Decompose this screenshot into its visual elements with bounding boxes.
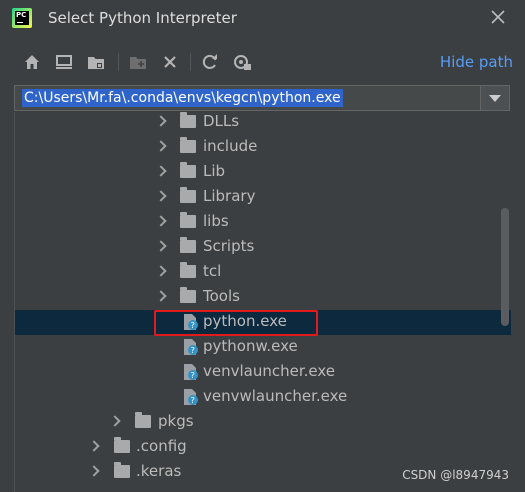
desktop-icon[interactable] [54,52,74,72]
tree-item-label: venvlauncher.exe [203,362,336,380]
file-tree[interactable]: DLLs include Lib Library libs Scripts tc… [14,112,511,492]
expand-arrow-icon[interactable] [155,165,167,177]
watermark: CSDN @l8947943 [402,468,509,482]
tree-item-tools[interactable]: Tools [15,285,511,310]
tree-item-label: .keras [136,462,182,480]
tree-item-dlls[interactable]: DLLs [15,112,511,135]
tree-item-venvlauncher-exe[interactable]: ? venvlauncher.exe [15,360,511,385]
tree-item-scripts[interactable]: Scripts [15,235,511,260]
path-input[interactable]: C:\Users\Mr.fa\.conda\envs\kegcn\python.… [14,85,510,111]
folder-icon [180,137,196,153]
path-input-value[interactable]: C:\Users\Mr.fa\.conda\envs\kegcn\python.… [22,89,343,107]
tree-item-label: .config [136,437,187,455]
tree-item-label: Library [203,187,256,205]
folder-icon [180,287,196,303]
hide-path-link[interactable]: Hide path [440,53,513,71]
tree-item-label: Scripts [203,237,255,255]
tree-item-label: tcl [203,262,222,280]
home-icon[interactable] [22,52,42,72]
expand-arrow-icon[interactable] [155,240,167,252]
folder-icon [180,237,196,253]
folder-icon [180,212,196,228]
tree-item-libs[interactable]: libs [15,210,511,235]
tree-item-label: Lib [203,162,226,180]
toolbar-separator [190,53,191,71]
tree-item-label: Tools [203,287,240,305]
expand-arrow-icon[interactable] [155,115,167,127]
expand-arrow-icon[interactable] [155,265,167,277]
tree-item-include[interactable]: include [15,135,511,160]
vertical-scrollbar[interactable] [501,208,509,326]
tree-item-label: libs [203,212,229,230]
toolbar-separator [118,53,119,71]
show-hidden-icon[interactable] [232,52,252,72]
tree-item-python-exe[interactable]: ? python.exe [15,310,511,335]
expand-arrow-icon[interactable] [109,415,121,427]
tree-item-venvwlauncher-exe[interactable]: ? venvwlauncher.exe [15,385,511,410]
tree-item-library[interactable]: Library [15,185,511,210]
close-icon[interactable] [489,8,507,26]
python-file-icon: ? [183,338,199,356]
folder-icon [180,262,196,278]
project-folder-icon[interactable] [86,52,106,72]
svg-text:?: ? [191,371,195,380]
folder-icon [180,112,196,128]
expand-arrow-icon[interactable] [88,465,100,477]
tree-item-label: pkgs [158,412,194,430]
svg-text:?: ? [191,396,195,405]
tree-item-lib[interactable]: Lib [15,160,511,185]
svg-text:?: ? [191,346,195,355]
tree-item-pythonw-exe[interactable]: ? pythonw.exe [15,335,511,360]
tree-item-label: DLLs [203,112,240,130]
dialog-title: Select Python Interpreter [48,9,237,27]
python-file-icon: ? [183,388,199,406]
python-file-icon: ? [183,363,199,381]
pycharm-logo-icon: PC [12,8,32,28]
expand-arrow-icon[interactable] [155,190,167,202]
tree-item-pkgs[interactable]: pkgs [15,410,511,435]
tree-item-label: pythonw.exe [203,337,298,355]
tree-item-label: python.exe [203,312,287,330]
delete-icon[interactable] [160,52,180,72]
tree-item-config[interactable]: .config [15,435,511,460]
tree-item-tcl[interactable]: tcl [15,260,511,285]
svg-text:?: ? [191,321,195,330]
folder-icon [114,437,130,453]
tree-item-label: include [203,137,258,155]
expand-arrow-icon[interactable] [155,290,167,302]
expand-arrow-icon[interactable] [155,140,167,152]
expand-arrow-icon[interactable] [155,215,167,227]
refresh-icon[interactable] [200,52,220,72]
folder-icon [180,187,196,203]
path-history-dropdown[interactable] [480,86,509,110]
chevron-down-icon [489,95,501,102]
title-bar: PC Select Python Interpreter [0,0,525,36]
expand-arrow-icon[interactable] [88,440,100,452]
folder-icon [114,462,130,478]
folder-icon [135,412,151,428]
new-folder-icon[interactable] [128,52,148,72]
python-file-icon: ? [183,313,199,331]
folder-icon [180,162,196,178]
tree-item-label: venvwlauncher.exe [203,387,348,405]
